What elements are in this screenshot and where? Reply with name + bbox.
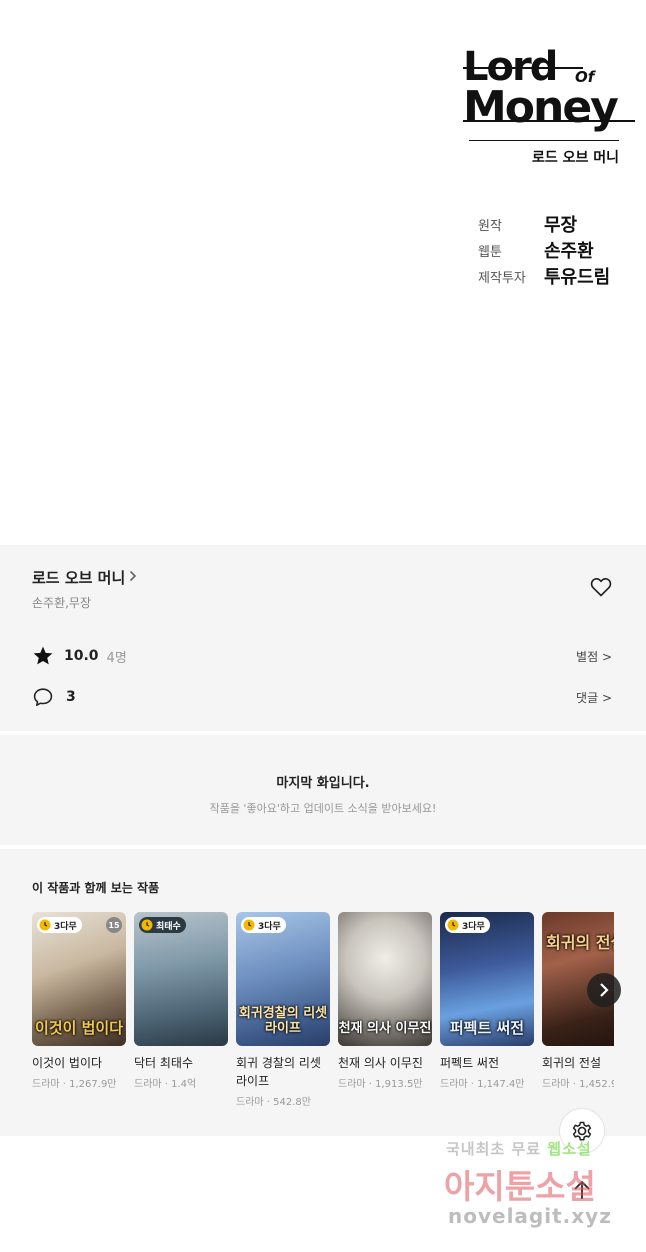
watermark-line1: 국내최초 무료 웹소설 [446, 1138, 592, 1159]
age-rating-badge: 15 [106, 917, 122, 933]
card-title[interactable]: 퍼펙트 써전 [440, 1054, 534, 1072]
recommendation-card[interactable]: 천재 의사 이무진 천재 의사 이무진 드라마 · 1,913.5만 [338, 912, 432, 1090]
card-meta: 드라마 · 1,147.4만 [440, 1079, 525, 1090]
card-thumbnail[interactable]: 최태수 [134, 912, 228, 1046]
credit-name: 투유드림 [544, 267, 611, 288]
credit-list: 원작 무장 웹툰 손주환 제작투자 투유드림 [478, 211, 610, 289]
card-thumbnail[interactable]: 3다무 회귀경찰의 리셋라이프 [236, 912, 330, 1046]
badge-label: 최태수 [156, 921, 181, 932]
credit-row: 웹툰 손주환 [478, 237, 610, 263]
carousel-next-button[interactable] [587, 973, 621, 1007]
comment-icon [32, 686, 54, 708]
credit-role: 원작 [478, 218, 502, 234]
card-thumbnail[interactable]: 3다무 퍼펙트 써전 [440, 912, 534, 1046]
series-title-link[interactable]: 로드 오브 머니 [32, 567, 137, 588]
logo-scratch [469, 140, 619, 141]
watermark-line3: novelagit.xyz [448, 1204, 612, 1228]
recommendations-heading: 이 작품과 함께 보는 작품 [32, 881, 160, 895]
rating-link[interactable]: 별점 > [576, 648, 612, 665]
clock-icon [141, 919, 153, 931]
card-title[interactable]: 닥터 최태수 [134, 1054, 228, 1072]
recommendation-card[interactable]: 3다무 퍼펙트 써전 퍼펙트 써전 드라마 · 1,147.4만 [440, 912, 534, 1090]
card-thumbnail[interactable]: 3다무 15 이것이 법이다 [32, 912, 126, 1046]
watermark-green-text: 웹소설 [547, 1140, 592, 1158]
watermark-gray-text: 국내최초 무료 [446, 1140, 542, 1158]
wait-free-badge: 3다무 [445, 917, 490, 933]
recommendation-card[interactable]: 최태수 닥터 최태수 드라마 · 1.4억 [134, 912, 228, 1090]
comment-link[interactable]: 댓글 > [576, 689, 612, 706]
card-meta: 드라마 · 1,913.5만 [338, 1079, 423, 1090]
credit-role: 웹툰 [478, 244, 502, 260]
card-art-title: 회귀의 전설 [546, 933, 614, 952]
rating-count: 4명 [106, 650, 127, 666]
notice-subtitle: 작품을 '좋아요'하고 업데이트 소식을 받아보세요! [209, 802, 437, 815]
recommendation-card[interactable]: 3다무 회귀경찰의 리셋라이프 회귀 경찰의 리셋 라이프 드라마 · 542.… [236, 912, 330, 1108]
badge-label: 3다무 [258, 921, 281, 932]
series-name-badge: 최태수 [139, 917, 186, 933]
logo-scratch [463, 67, 583, 69]
clock-icon [243, 919, 255, 931]
notice-title: 마지막 화입니다. [276, 776, 370, 791]
comment-row: 3 댓글 > [32, 685, 612, 709]
series-logo: Lord Of Money 로드 오브 머니 [463, 44, 635, 170]
series-title[interactable]: 로드 오브 머니 [32, 567, 125, 588]
clock-icon [447, 919, 459, 931]
heart-icon[interactable] [589, 575, 613, 599]
card-meta: 드라마 · 1.4억 [134, 1079, 197, 1090]
card-art-title: 이것이 법이다 [34, 1018, 124, 1037]
card-meta: 드라마 · 542.8만 [236, 1097, 311, 1108]
chevron-right-icon [129, 570, 137, 586]
card-art-title: 천재 의사 이무진 [338, 1020, 432, 1036]
card-art-title: 회귀경찰의 리셋라이프 [238, 1006, 328, 1036]
series-authors: 손주환,무장 [32, 596, 92, 610]
comment-count: 3 [66, 689, 76, 705]
logo-scratch [463, 120, 635, 122]
card-meta: 드라마 · 1,267.9만 [32, 1079, 117, 1090]
credit-role: 제작투자 [478, 270, 526, 286]
series-info: 로드 오브 머니 손주환,무장 10.0 4명 별점 > 3 댓글 > [0, 545, 646, 731]
credits-panel: Lord Of Money 로드 오브 머니 원작 무장 웹툰 손주환 제작투자… [0, 0, 646, 545]
chevron-right-icon [600, 983, 609, 997]
site-watermark: 국내최초 무료 웹소설 아지툰소설 novelagit.xyz [444, 1138, 640, 1234]
card-thumbnail[interactable]: 천재 의사 이무진 [338, 912, 432, 1046]
badge-label: 3다무 [462, 921, 485, 932]
watermark-line2: 아지툰소설 [444, 1167, 596, 1206]
logo-korean: 로드 오브 머니 [531, 150, 619, 166]
badge-label: 3다무 [54, 921, 77, 932]
card-title[interactable]: 회귀 경찰의 리셋 라이프 [236, 1054, 330, 1090]
wait-free-badge: 3다무 [241, 917, 286, 933]
card-title[interactable]: 이것이 법이다 [32, 1054, 126, 1072]
recommendations: 이 작품과 함께 보는 작품 3다무 15 이것이 법이다 이것이 법이다 드라… [0, 849, 646, 1136]
rating-value: 10.0 [64, 648, 99, 664]
wait-free-badge: 3다무 [37, 917, 82, 933]
credit-name: 무장 [544, 215, 578, 236]
card-title[interactable]: 천재 의사 이무진 [338, 1054, 432, 1072]
star-icon [32, 645, 54, 667]
logo-line2: Money [463, 82, 619, 133]
credit-row: 원작 무장 [478, 211, 610, 237]
recommendation-carousel: 3다무 15 이것이 법이다 이것이 법이다 드라마 · 1,267.9만 최태… [32, 912, 614, 1132]
card-meta: 드라마 · 1,452.9만 [542, 1079, 614, 1090]
rating-row: 10.0 4명 별점 > [32, 644, 612, 668]
credit-row: 제작투자 투유드림 [478, 263, 610, 289]
clock-icon [39, 919, 51, 931]
card-art-title: 퍼펙트 써전 [449, 1018, 525, 1037]
recommendation-card[interactable]: 3다무 15 이것이 법이다 이것이 법이다 드라마 · 1,267.9만 [32, 912, 126, 1090]
card-title[interactable]: 회귀의 전설 [542, 1054, 614, 1072]
last-episode-notice: 마지막 화입니다. 작품을 '좋아요'하고 업데이트 소식을 받아보세요! [0, 735, 646, 845]
credit-name: 손주환 [544, 241, 594, 262]
